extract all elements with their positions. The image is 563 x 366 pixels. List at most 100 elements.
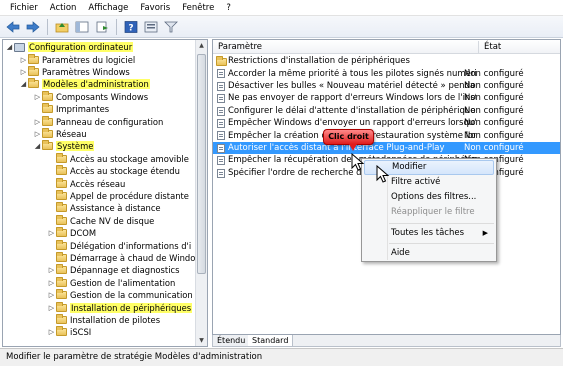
tree-item-label: Paramètres Windows (42, 66, 130, 77)
context-item-label: Filtre activé (391, 177, 441, 187)
policy-setting-icon (217, 94, 225, 104)
submenu-arrow-icon: ▶ (482, 229, 488, 237)
tree-item[interactable]: ▷ Panneau de configuration (33, 115, 163, 127)
scroll-thumb[interactable] (197, 54, 206, 274)
menu-action[interactable]: Action (44, 0, 83, 16)
collapsed-arrow-icon[interactable]: ▷ (33, 93, 42, 101)
tree-item[interactable]: ◢ Système (33, 140, 95, 152)
collapsed-arrow-icon[interactable]: ▷ (19, 68, 28, 76)
column-divider[interactable] (478, 41, 479, 53)
collapsed-arrow-icon[interactable]: ▷ (33, 118, 42, 126)
setting-row[interactable]: Empêcher la création de point de restaur… (213, 129, 560, 141)
scroll-up-icon[interactable]: ▲ (196, 40, 207, 51)
tree-item[interactable]: ▷ DCOM (47, 227, 96, 239)
expanded-arrow-icon[interactable]: ◢ (5, 43, 14, 51)
tree-item[interactable]: Appel de procédure distante (47, 189, 189, 202)
menu-fichier[interactable]: Fichier (4, 0, 44, 16)
tab-standard[interactable]: Standard (248, 335, 294, 346)
setting-row[interactable]: Empêcher Windows d'envoyer un rapport d'… (213, 117, 560, 129)
collapsed-arrow-icon[interactable]: ▷ (33, 130, 42, 138)
show-hide-tree-icon[interactable] (73, 18, 91, 36)
tree-item[interactable]: Assistance à distance (47, 202, 161, 214)
tree-item-label: Réseau (56, 128, 87, 139)
forward-icon[interactable] (24, 18, 42, 36)
tree-item[interactable]: Accès réseau (47, 177, 125, 189)
tree-item-label: Gestion de l'alimentation (70, 277, 176, 288)
collapsed-arrow-icon[interactable]: ▷ (47, 291, 56, 299)
tree-item-label: Imprimantes (56, 104, 110, 115)
tree-item-label: Composants Windows (56, 91, 149, 102)
scroll-down-icon[interactable]: ▼ (196, 335, 207, 346)
menu-fenetre[interactable]: Fenêtre (176, 0, 220, 16)
collapsed-arrow-icon[interactable]: ▷ (47, 279, 56, 287)
tree-item[interactable]: ▷ iSCSI (47, 326, 91, 338)
policy-setting-icon (217, 69, 225, 79)
back-icon[interactable] (4, 18, 22, 36)
setting-state: Non configuré (464, 68, 524, 79)
collapsed-arrow-icon[interactable]: ▷ (47, 304, 56, 312)
tree-item[interactable]: ▷ Installation de périphériques (47, 301, 193, 313)
setting-row[interactable]: Accorder la même priorité à tous les pil… (213, 67, 560, 79)
tree-item-label: Système (56, 141, 95, 152)
menu-affichage[interactable]: Affichage (82, 0, 134, 16)
folder-icon (56, 251, 67, 262)
tree-item-label: Installation de pilotes (70, 314, 161, 325)
tree-item[interactable]: ▷ Réseau (33, 127, 87, 140)
tree-item[interactable]: ▷ Paramètres du logiciel (19, 53, 135, 65)
tab-etendu[interactable]: Étendu (213, 335, 251, 346)
callout-tail (349, 144, 357, 151)
collapsed-arrow-icon[interactable]: ▷ (47, 266, 56, 274)
tree-item[interactable]: Cache NV de disque (47, 214, 155, 227)
tree-item-label: Panneau de configuration (56, 116, 164, 127)
tree-item[interactable]: Imprimantes (33, 103, 109, 115)
tree-item[interactable]: ▷ Paramètres Windows (19, 65, 130, 78)
up-folder-icon[interactable] (53, 18, 71, 36)
folder-icon (56, 189, 67, 200)
tree-item[interactable]: ◢ Configuration ordinateur (5, 41, 134, 53)
tree-item[interactable]: Accès au stockage étendu (47, 165, 180, 177)
tree-item[interactable]: ▷ Gestion de la communication (47, 289, 193, 301)
export-list-icon[interactable] (93, 18, 111, 36)
folder-icon (28, 78, 39, 89)
setting-name: Configurer le délai d'attente d'installa… (228, 105, 476, 116)
tree-item-label: Délégation d'informations d'i (70, 240, 192, 251)
tree-item[interactable]: Installation de pilotes (47, 313, 161, 326)
tree-item-label: Gestion de la communication (70, 290, 193, 301)
setting-row[interactable]: Ne pas envoyer de rapport d'erreurs Wind… (213, 92, 560, 104)
tree-item[interactable]: Délégation d'informations d'i (47, 239, 191, 251)
tree-item[interactable]: ▷ Composants Windows (33, 90, 149, 103)
expanded-arrow-icon[interactable]: ◢ (33, 142, 42, 150)
setting-row[interactable]: Désactiver les bulles « Nouveau matériel… (213, 80, 560, 92)
setting-state: Non configuré (464, 93, 524, 104)
collapsed-arrow-icon[interactable]: ▷ (47, 328, 56, 336)
tree-item[interactable]: ▷ Gestion de l'alimentation (47, 276, 176, 289)
context-item-toutes-taches[interactable]: Toutes les tâches ▶ (364, 226, 494, 241)
help-icon[interactable]: ? (122, 18, 140, 36)
folder-icon (56, 214, 67, 225)
tree-scrollbar[interactable]: ▲ ▼ (195, 40, 207, 346)
menu-help[interactable]: ? (220, 0, 237, 16)
tree-item-label: Cache NV de disque (70, 215, 155, 226)
tree-item[interactable]: ▷ Dépannage et diagnostics (47, 264, 180, 276)
column-header-parametre[interactable]: Paramètre (218, 42, 262, 52)
policy-setting-icon (217, 106, 225, 116)
setting-row[interactable]: Restrictions d'installation de périphéri… (213, 55, 560, 67)
tree-item[interactable]: ◢ Modèles d'administration (19, 78, 150, 90)
context-item-options-filtres[interactable]: Options des filtres... (364, 190, 494, 205)
collapsed-arrow-icon[interactable]: ▷ (19, 56, 28, 64)
tree-item[interactable]: Démarrage à chaud de Windo (47, 251, 195, 264)
tree-item-label: iSCSI (70, 327, 92, 338)
context-item-aide[interactable]: Aide (364, 246, 494, 261)
filter-icon[interactable] (162, 18, 180, 36)
menu-favoris[interactable]: Favoris (134, 0, 176, 16)
setting-row[interactable]: Configurer le délai d'attente d'installa… (213, 105, 560, 117)
setting-state: Non configuré (464, 80, 524, 91)
column-header-etat[interactable]: État (484, 42, 501, 52)
properties-icon[interactable] (142, 18, 160, 36)
expanded-arrow-icon[interactable]: ◢ (19, 80, 28, 88)
collapsed-arrow-icon[interactable]: ▷ (47, 229, 56, 237)
setting-row-selected[interactable]: Autoriser l'accès distant à l'interface … (213, 141, 560, 155)
tree-item[interactable]: Accès au stockage amovible (47, 152, 189, 165)
folder-icon (56, 313, 67, 324)
folder-icon (56, 177, 67, 188)
